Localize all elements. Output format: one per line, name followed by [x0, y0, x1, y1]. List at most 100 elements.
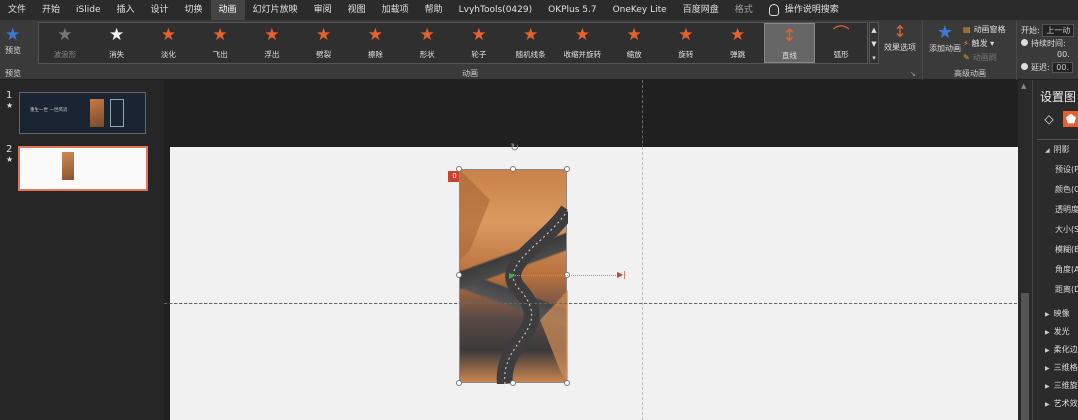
motion-path-start-icon[interactable]: ▶ [509, 271, 515, 280]
resize-handle-se[interactable] [564, 380, 570, 386]
animation-star-icon: ↕ [782, 26, 797, 46]
animation-option-14[interactable]: ↕ 直线 [763, 23, 816, 63]
pane-section-label: 三维格 [1053, 363, 1078, 372]
animation-option-label: 浮出 [264, 50, 280, 59]
shadow-option-5[interactable]: 角度(A) [1055, 264, 1078, 275]
tell-me-search[interactable]: 操作说明搜索 [761, 0, 847, 20]
animation-option-label: 弹跳 [730, 50, 746, 59]
menu-item-4[interactable]: 设计 [143, 0, 177, 20]
shadow-option-6[interactable]: 距离(D) [1055, 284, 1078, 295]
pane-section-4[interactable]: ▶ 三维旋 [1045, 380, 1078, 391]
pane-section-label: 三维旋 [1053, 381, 1078, 390]
animation-star-icon: ★ [367, 25, 383, 45]
canvas-scrollbar[interactable]: ▲ [1018, 80, 1032, 420]
menu-item-10[interactable]: 加载项 [374, 0, 417, 20]
fill-bucket-icon[interactable]: ◇ [1041, 111, 1057, 127]
animation-star-icon: ★ [316, 25, 332, 45]
slide-thumbnail-2-selected[interactable] [18, 146, 148, 191]
animation-option-4[interactable]: ★ 浮出 [246, 23, 298, 63]
menu-item-0[interactable]: 文件 [0, 0, 34, 20]
menu-item-9[interactable]: 视图 [340, 0, 374, 20]
menu-item-12[interactable]: LvyhTools(0429) [451, 0, 540, 20]
menu-item-7[interactable]: 幻灯片放映 [245, 0, 306, 20]
resize-handle-w[interactable] [456, 272, 462, 278]
pane-section-label: 艺术效 [1053, 399, 1078, 408]
animation-option-0[interactable]: ★ 波浪形 [39, 23, 91, 63]
motion-path-line[interactable] [513, 275, 616, 276]
effect-options-button[interactable]: ↕ 效果选项 [882, 22, 918, 67]
animation-option-3[interactable]: ★ 飞出 [194, 23, 246, 63]
resize-handle-nw[interactable] [456, 166, 462, 172]
resize-handle-ne[interactable] [564, 166, 570, 172]
animation-option-13[interactable]: ★ 弹跳 [712, 23, 764, 63]
gallery-down-icon[interactable]: ▼ [870, 37, 878, 51]
pane-section-3[interactable]: ▶ 三维格 [1045, 362, 1078, 373]
menu-item-15[interactable]: 百度网盘 [675, 0, 727, 20]
effects-pentagon-icon[interactable]: ⬟ [1063, 111, 1078, 127]
menu-item-8[interactable]: 审阅 [306, 0, 340, 20]
current-slide[interactable]: 0 ↻ ▶ ▶| [170, 141, 1022, 420]
gallery-more-icon[interactable]: ▾ [870, 51, 878, 65]
pane-section-5[interactable]: ▶ 艺术效 [1045, 398, 1078, 409]
animation-option-2[interactable]: ★ 淡化 [143, 23, 195, 63]
animation-pane-button[interactable]: ▤ 动画窗格 [963, 24, 1006, 35]
thumbnail-1-frame [110, 99, 124, 127]
animation-option-11[interactable]: ★ 缩放 [608, 23, 660, 63]
delay-input[interactable]: 00. [1052, 62, 1073, 73]
shadow-option-3[interactable]: 大小(S) [1055, 224, 1078, 235]
duration-input[interactable]: 00. [1057, 50, 1070, 59]
start-row: 开始: 上一动 [1021, 24, 1075, 37]
resize-handle-n[interactable] [510, 166, 516, 172]
animation-star-icon: ★ [57, 25, 73, 45]
dialog-launcher-icon[interactable]: ↘ [910, 70, 916, 78]
scrollbar-thumb[interactable] [1021, 293, 1029, 420]
collapse-triangle-icon: ◢ [1045, 147, 1050, 154]
shadow-section-header[interactable]: ◢ 阴影 [1045, 144, 1070, 155]
animation-option-6[interactable]: ★ 擦除 [350, 23, 402, 63]
shadow-option-4[interactable]: 模糊(B) [1055, 244, 1078, 255]
resize-handle-s[interactable] [510, 380, 516, 386]
menu-item-6[interactable]: 动画 [210, 0, 245, 20]
shadow-option-1[interactable]: 颜色(C) [1055, 184, 1078, 195]
animation-painter-button[interactable]: ✎ 动画刷 [963, 52, 997, 63]
animation-option-12[interactable]: ★ 旋转 [660, 23, 712, 63]
shadow-option-2[interactable]: 透明度( [1055, 204, 1078, 215]
start-select[interactable]: 上一动 [1042, 24, 1075, 37]
animation-option-1[interactable]: ★ 消失 [91, 23, 143, 63]
add-animation-button[interactable]: ★ 添加动画 [927, 23, 963, 54]
rotate-handle-icon[interactable]: ↻ [510, 141, 519, 154]
slide-number-2: 2 [6, 144, 13, 155]
animation-option-8[interactable]: ★ 轮子 [453, 23, 505, 63]
preview-button[interactable]: ★ 预览 预览 [0, 20, 32, 80]
trigger-button[interactable]: ⚡ 触发 ▾ [963, 38, 994, 49]
animation-star-icon: ★ [264, 25, 280, 45]
delay-label: 延迟: [1031, 63, 1050, 72]
animation-option-10[interactable]: ★ 收缩并旋转 [557, 23, 609, 63]
shadow-option-0[interactable]: 预设(P) [1055, 164, 1078, 175]
pane-section-1[interactable]: ▶ 发光 [1045, 326, 1070, 337]
animation-option-5[interactable]: ★ 劈裂 [298, 23, 350, 63]
scroll-up-icon[interactable]: ▲ [1021, 82, 1026, 90]
animation-option-15[interactable]: ⌒ 弧形 [815, 23, 867, 63]
menu-item-5[interactable]: 切换 [177, 0, 211, 20]
gallery-up-icon[interactable]: ▲ [870, 23, 878, 37]
resize-handle-sw[interactable] [456, 380, 462, 386]
pane-section-2[interactable]: ▶ 柔化边 [1045, 344, 1078, 355]
advanced-group-label: 高级动画 [954, 69, 986, 78]
start-label: 开始: [1021, 26, 1040, 35]
menu-item-14[interactable]: OneKey Lite [605, 0, 675, 20]
animation-option-9[interactable]: ★ 随机线条 [505, 23, 557, 63]
gallery-scroll[interactable]: ▲ ▼ ▾ [869, 22, 879, 64]
horizontal-guide[interactable] [164, 303, 1032, 304]
pane-section-0[interactable]: ▶ 映像 [1045, 308, 1070, 319]
vertical-guide-on-slide[interactable] [642, 147, 643, 420]
menu-item-2[interactable]: iSlide [68, 0, 108, 20]
motion-path-end-icon[interactable]: ▶| [617, 270, 626, 279]
menu-item-3[interactable]: 插入 [109, 0, 143, 20]
menu-item-11[interactable]: 帮助 [417, 0, 451, 20]
menu-item-16[interactable]: 格式 [727, 0, 761, 20]
menu-item-1[interactable]: 开始 [34, 0, 68, 20]
menu-item-13[interactable]: OKPlus 5.7 [540, 0, 604, 20]
animation-option-7[interactable]: ★ 形状 [401, 23, 453, 63]
slide-thumbnail-1[interactable]: 重生一世 一世风流 [19, 92, 146, 134]
